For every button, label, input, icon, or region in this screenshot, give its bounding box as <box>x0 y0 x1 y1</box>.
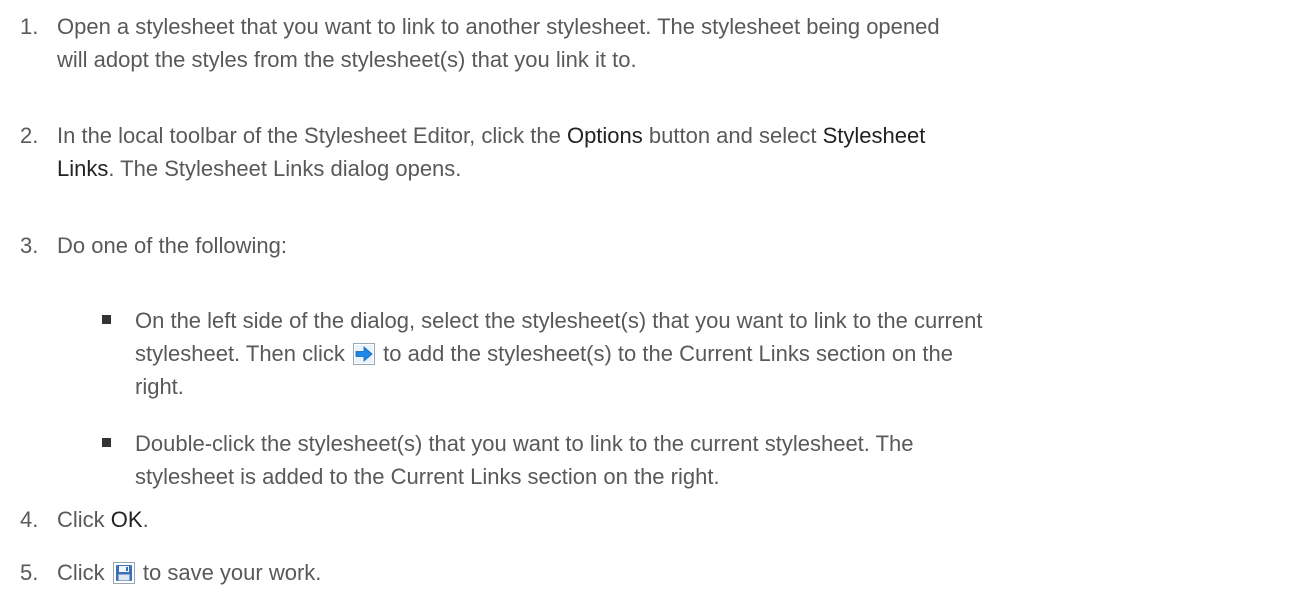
step-5-text-post: to save your work. <box>136 560 322 585</box>
bullet-1-line-2: stylesheet. Then click to add the styles… <box>135 337 1285 370</box>
step-number: 1. <box>20 14 39 39</box>
step-number: 5. <box>20 560 39 585</box>
options-label: Options <box>566 123 643 148</box>
step-2-text-pre: In the local toolbar of the Stylesheet E… <box>57 123 567 148</box>
links-label: Links <box>57 156 109 181</box>
arrow-right-icon <box>353 341 376 365</box>
step-4-text-post: . <box>142 507 149 532</box>
bullet-1-line-3: right. <box>135 374 184 399</box>
bullet-1-line-1: On the left side of the dialog, select t… <box>135 308 983 333</box>
step-number: 3. <box>20 233 39 258</box>
step-1-line-1: Open a stylesheet that you want to link … <box>57 14 940 39</box>
stylesheet-label: Stylesheet <box>822 123 926 148</box>
step-3-text: Do one of the following: <box>57 233 287 258</box>
ok-label: OK <box>110 507 143 532</box>
bullet-2-line-1: Double-click the stylesheet(s) that you … <box>135 431 914 456</box>
step-2-text-post: . The Stylesheet Links dialog opens. <box>108 156 462 181</box>
step-4-text: Click OK. <box>57 503 1277 536</box>
bullet-2-text: Double-click the stylesheet(s) that you … <box>135 427 1285 493</box>
step-number: 2. <box>20 123 39 148</box>
step-2-text: In the local toolbar of the Stylesheet E… <box>57 119 1277 185</box>
step-2-text-mid: button and select <box>642 123 823 148</box>
step-4-text-pre: Click <box>57 507 111 532</box>
bullet-square-icon <box>102 315 111 324</box>
step-2-line-2: Links. The Stylesheet Links dialog opens… <box>57 152 1277 185</box>
bullet-1-text-post: to add the stylesheet(s) to the Current … <box>377 341 954 366</box>
step-1-text: Open a stylesheet that you want to link … <box>57 10 1277 76</box>
bullet-square-icon <box>102 438 111 447</box>
step-5-text-pre: Click <box>57 560 111 585</box>
bullet-1-text: On the left side of the dialog, select t… <box>135 304 1285 403</box>
step-5-text: Click to save your work. <box>57 556 1277 589</box>
save-icon <box>112 560 135 584</box>
step-1-line-2: will adopt the styles from the styleshee… <box>57 47 637 72</box>
bullet-2-line-2: stylesheet is added to the Current Links… <box>135 464 720 489</box>
step-2-line-1: In the local toolbar of the Stylesheet E… <box>57 119 1277 152</box>
bullet-1-text-pre: stylesheet. Then click <box>135 341 352 366</box>
step-number: 4. <box>20 507 39 532</box>
